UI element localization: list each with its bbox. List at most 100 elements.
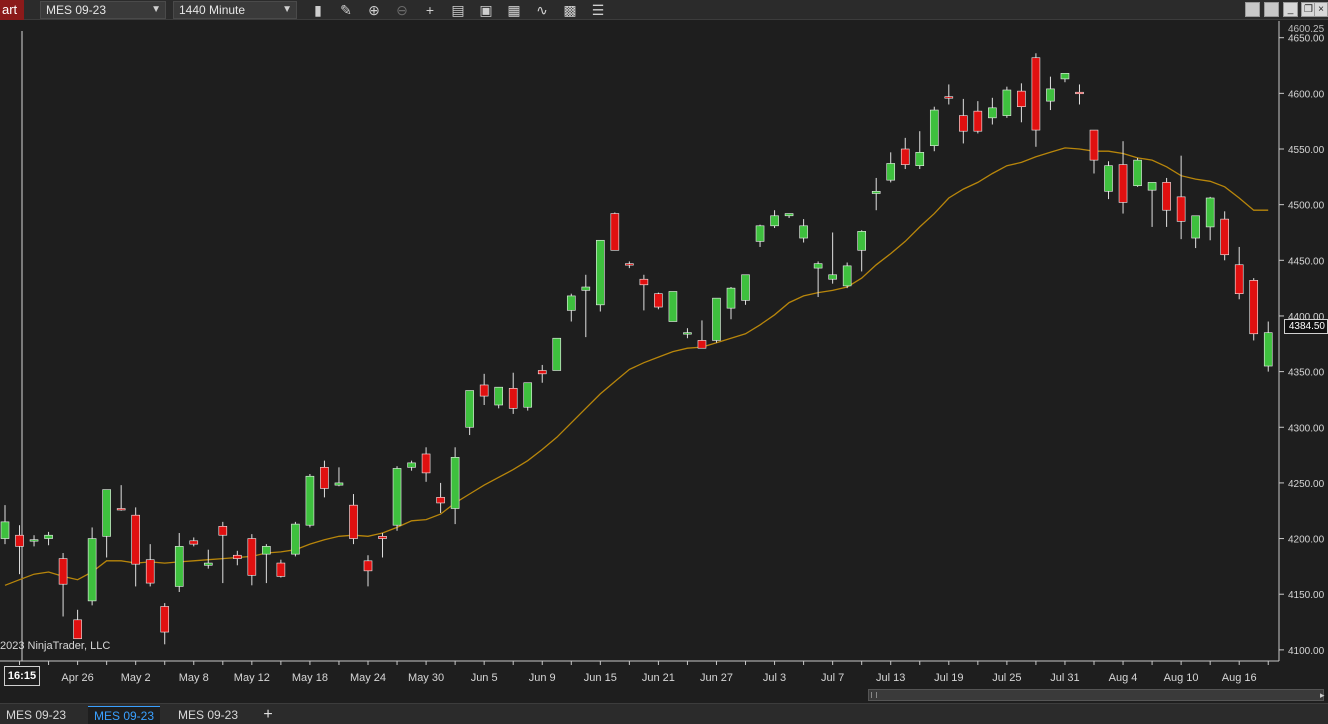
x-tick-label: May 18	[292, 672, 328, 684]
data-box-icon[interactable]: ▤	[448, 1, 468, 19]
candle-body-down	[363, 560, 373, 572]
x-tick-label: Jul 19	[934, 672, 963, 684]
candle	[407, 460, 416, 471]
candle	[625, 261, 634, 269]
candle	[0, 505, 10, 545]
candle-body-up	[305, 475, 315, 526]
candle-body-down	[116, 508, 126, 511]
candle-body-down	[276, 562, 286, 577]
candle-body-up	[566, 295, 576, 311]
panel-icon[interactable]	[1264, 2, 1279, 17]
candle	[1060, 73, 1070, 83]
candle-body-down	[508, 388, 518, 409]
strategies-icon[interactable]: ∿	[532, 1, 552, 19]
x-tick-label: Jul 13	[876, 672, 905, 684]
instrument-selector[interactable]: MES 09-23 ▼	[40, 1, 166, 19]
templates-icon[interactable]: ▣	[476, 1, 496, 19]
x-tick-label: May 30	[408, 672, 444, 684]
x-tick-label: Aug 4	[1109, 672, 1138, 684]
candle	[799, 219, 808, 243]
time-label: 16:15	[4, 666, 40, 686]
candle-body-down	[639, 278, 649, 286]
y-tick-label: 4450.00	[1288, 256, 1325, 267]
candle-body-down	[73, 619, 82, 640]
candle	[508, 372, 518, 414]
candle	[276, 559, 286, 578]
candle	[828, 232, 837, 284]
y-tick-label: 4550.00	[1288, 145, 1325, 156]
minimize-icon[interactable]: _	[1283, 2, 1298, 17]
candle	[247, 534, 257, 586]
candle-body-up	[0, 521, 10, 539]
candle	[320, 460, 329, 498]
y-tick-label-partial: 4600.25	[1288, 24, 1325, 35]
candle	[683, 328, 692, 339]
candle	[421, 447, 431, 482]
add-tab-button[interactable]: +	[258, 706, 278, 724]
candle	[1205, 196, 1215, 241]
tab-mes-2[interactable]: MES 09-23	[88, 706, 161, 724]
x-tick-label: Jun 27	[700, 672, 733, 684]
tab-mes-3[interactable]: MES 09-23	[172, 706, 244, 724]
candle	[1234, 246, 1244, 300]
panel-icon[interactable]	[1245, 2, 1260, 17]
tab-mes-1[interactable]: MES 09-23	[0, 706, 72, 724]
candle	[160, 603, 170, 645]
zoom-out-icon[interactable]: ⊖	[392, 1, 412, 19]
candle	[1017, 83, 1026, 123]
interval-selector[interactable]: 1440 Minute ▼	[173, 1, 297, 19]
candle-body-up	[450, 457, 460, 509]
y-tick-label: 4200.00	[1288, 535, 1325, 546]
candle	[1176, 155, 1186, 240]
candle	[1104, 161, 1113, 200]
y-tick-label: 4350.00	[1288, 368, 1325, 379]
x-tick-label: Aug 16	[1222, 672, 1257, 684]
candle-body-down	[1017, 90, 1026, 108]
zoom-in-icon[interactable]: ⊕	[364, 1, 384, 19]
candle-body-down	[900, 148, 910, 165]
bar-type-icon[interactable]: ▮	[308, 1, 328, 19]
candle-body-down	[15, 534, 24, 547]
properties-icon[interactable]: ▩	[560, 1, 580, 19]
sma-line	[4, 147, 1269, 586]
candle-body-down	[1176, 196, 1186, 222]
candle-body-down	[1118, 164, 1128, 203]
candle-body-up	[915, 152, 925, 166]
candle-body-down	[189, 540, 199, 545]
scrollbar-grip[interactable]	[871, 692, 877, 698]
draw-pencil-icon[interactable]: ✎	[336, 1, 356, 19]
candle-body-down	[959, 115, 968, 132]
candle	[29, 535, 39, 547]
y-tick-label: 4650.00	[1288, 34, 1325, 45]
candle	[1089, 129, 1099, 174]
chart-scrollbar[interactable]	[868, 689, 1324, 701]
candle	[1147, 182, 1157, 227]
candle	[58, 553, 68, 617]
candle	[712, 297, 721, 343]
candle	[334, 467, 344, 487]
candle-body-down	[610, 213, 620, 251]
y-tick-label: 4600.00	[1288, 89, 1325, 100]
candle-body-up	[262, 546, 271, 555]
candle	[349, 494, 358, 545]
candle	[450, 447, 460, 525]
candle	[886, 152, 896, 183]
list-icon[interactable]: ☰	[588, 1, 608, 19]
candle-body-down	[1234, 264, 1244, 294]
candle	[363, 555, 373, 587]
x-tick-label: Jun 15	[584, 672, 617, 684]
candle-body-down	[625, 263, 634, 266]
crosshair-icon[interactable]: +	[420, 1, 440, 19]
candle-body-up	[596, 239, 605, 306]
candle	[726, 287, 736, 320]
candle-body-up	[726, 287, 736, 309]
price-chart[interactable]: 4650.004600.004550.004500.004450.004400.…	[0, 21, 1328, 689]
scroll-right-icon[interactable]: ▸	[1320, 690, 1328, 700]
candle	[915, 131, 925, 170]
candle	[552, 337, 562, 371]
indicators-icon[interactable]: ▦	[504, 1, 524, 19]
close-icon[interactable]: ×	[1314, 2, 1328, 17]
candle-body-down	[436, 497, 445, 504]
candle-body-up	[44, 534, 53, 539]
chevron-down-icon: ▼	[151, 4, 161, 15]
